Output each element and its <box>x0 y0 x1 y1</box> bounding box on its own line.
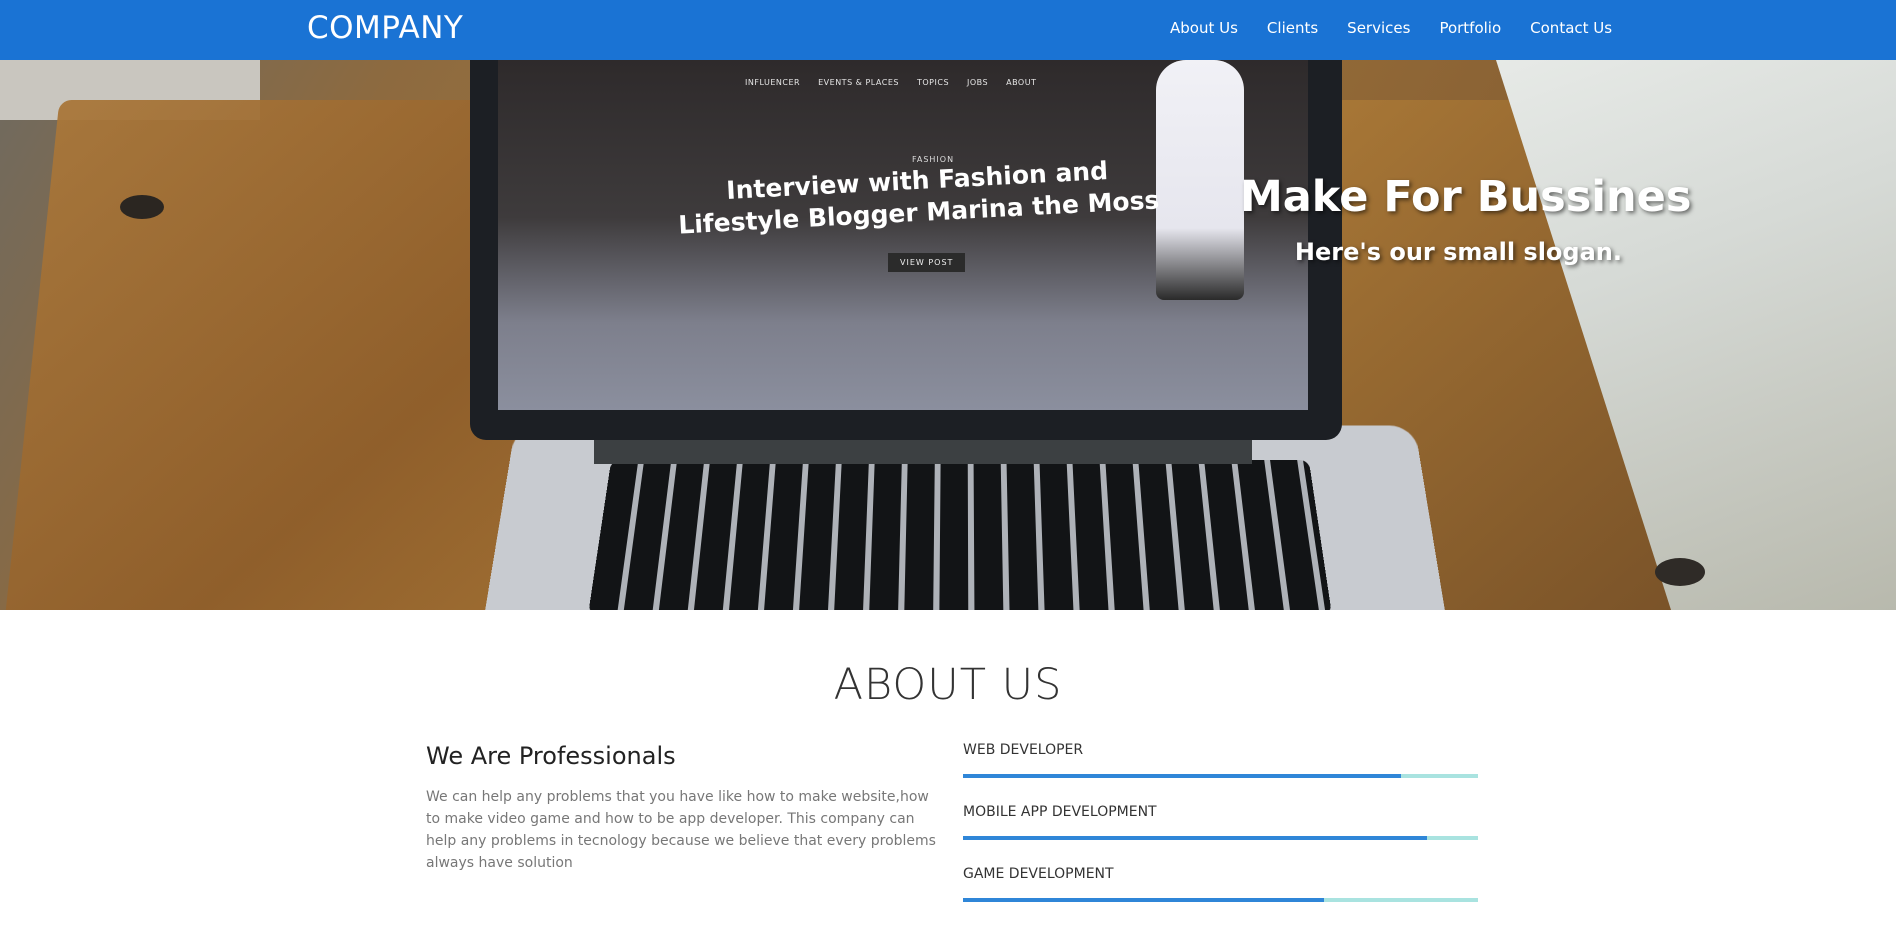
laptop-hinge <box>594 440 1252 464</box>
skill-progress-fill <box>963 898 1324 902</box>
display-menu-item: JOBS <box>967 78 989 87</box>
display-menu-item: TOPICS <box>916 78 950 87</box>
brand-logo[interactable]: COMPANY <box>307 10 463 46</box>
hero-section: INFLUENCER EVENTS & PLACES TOPICS JOBS A… <box>0 60 1896 610</box>
desk-hole <box>120 195 164 219</box>
skill-progress-track <box>963 898 1478 902</box>
display-view-post: VIEW POST <box>888 253 966 272</box>
skill-label: GAME DEVELOPMENT <box>963 866 1114 882</box>
skill-item: MOBILE APP DEVELOPMENT <box>963 804 1478 840</box>
about-subtitle: We Are Professionals <box>426 742 676 770</box>
hero-slogan: Here's our small slogan. <box>1294 238 1622 266</box>
display-menu-item: EVENTS & PLACES <box>818 78 899 87</box>
skill-progress-track <box>963 774 1478 778</box>
about-text: We can help any problems that you have l… <box>426 789 936 871</box>
main-nav: About Us Clients Services Portfolio Cont… <box>1170 19 1612 37</box>
nav-link-about-us[interactable]: About Us <box>1170 19 1238 37</box>
skill-progress-track <box>963 836 1478 840</box>
nav-link-clients[interactable]: Clients <box>1267 19 1318 37</box>
laptop-keyboard <box>588 459 1332 610</box>
about-intro: We Are Professionals We can help any pro… <box>426 742 936 874</box>
hero-title: Make For Bussines <box>1240 172 1692 222</box>
display-menu: INFLUENCER EVENTS & PLACES TOPICS JOBS A… <box>745 78 1036 87</box>
display-menu-item: ABOUT <box>1006 78 1037 87</box>
skill-label: WEB DEVELOPER <box>963 742 1084 758</box>
skills-list: WEB DEVELOPER MOBILE APP DEVELOPMENT GAM… <box>963 742 1478 928</box>
skill-item: GAME DEVELOPMENT <box>963 866 1478 902</box>
navbar: COMPANY About Us Clients Services Portfo… <box>0 0 1896 60</box>
skill-label: MOBILE APP DEVELOPMENT <box>963 804 1157 820</box>
skill-item: WEB DEVELOPER <box>963 742 1478 778</box>
display-menu-item: INFLUENCER <box>745 78 801 87</box>
skill-progress-fill <box>963 774 1401 778</box>
about-title: ABOUT US <box>833 660 1063 710</box>
display-person-figure <box>1156 60 1244 300</box>
desk-hole <box>1655 558 1705 586</box>
nav-link-services[interactable]: Services <box>1347 19 1410 37</box>
nav-link-portfolio[interactable]: Portfolio <box>1439 19 1501 37</box>
nav-link-contact-us[interactable]: Contact Us <box>1530 19 1612 37</box>
skill-progress-fill <box>963 836 1427 840</box>
